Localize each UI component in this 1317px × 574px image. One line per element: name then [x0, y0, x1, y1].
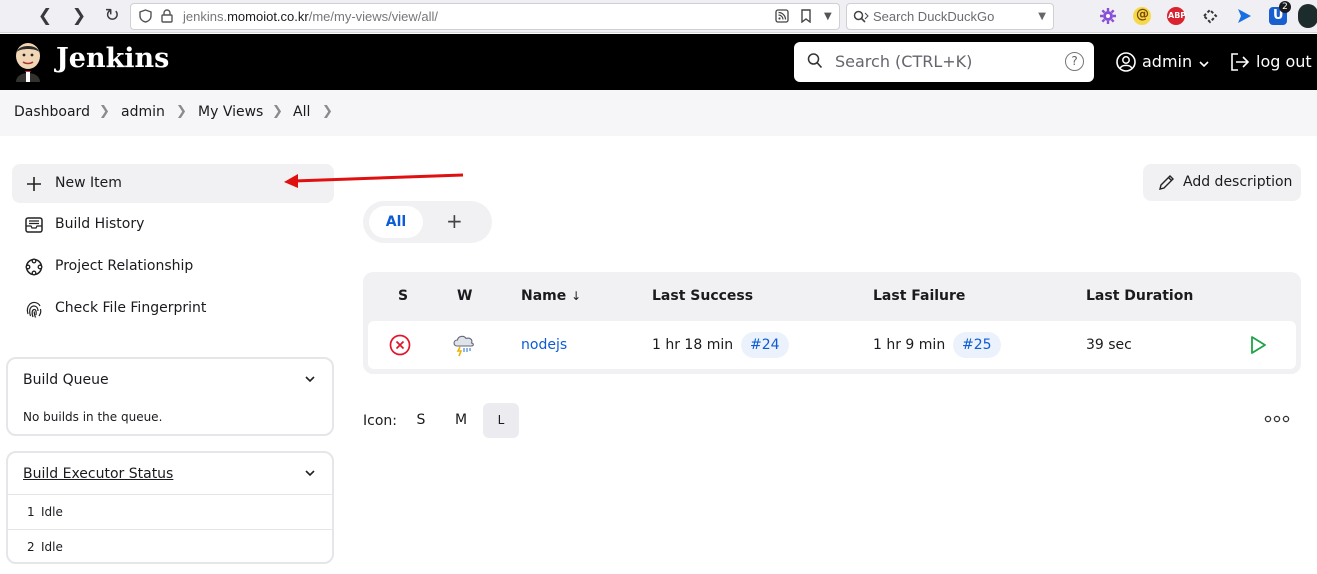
back-icon[interactable]: ❮ — [34, 5, 56, 27]
icon-size-label: Icon: — [363, 413, 397, 429]
chevron-down-icon — [1198, 55, 1210, 74]
play-extension-icon[interactable] — [1235, 7, 1253, 25]
gear-extension-icon[interactable] — [1099, 7, 1117, 25]
url-bar[interactable]: jenkins.momoiot.co.kr/me/my-views/view/a… — [130, 3, 840, 30]
build-executor-title[interactable]: Build Executor Status — [23, 466, 173, 482]
task-project-relationship[interactable]: Project Relationship — [12, 247, 334, 286]
table-row: nodejs 1 hr 18 min #24 1 hr 9 min #25 39… — [368, 321, 1296, 369]
last-success-build-link[interactable]: #24 — [741, 332, 789, 358]
add-description-button[interactable]: Add description — [1143, 164, 1301, 201]
search-icon — [807, 52, 823, 74]
storm-icon[interactable] — [451, 333, 477, 361]
column-header-last-failure[interactable]: Last Failure — [873, 288, 965, 304]
icon-size-m[interactable]: M — [443, 403, 479, 438]
shield-icon[interactable] — [139, 9, 152, 27]
more-options-icon[interactable] — [1264, 413, 1290, 425]
breadcrumb: Dashboard ❯ admin ❯ My Views ❯ All ❯ — [0, 90, 1317, 136]
add-tab-button[interactable]: + — [446, 209, 463, 233]
jenkins-brand[interactable]: Jenkins — [56, 43, 169, 74]
breadcrumb-item-dashboard[interactable]: Dashboard — [14, 104, 90, 120]
breadcrumb-item-all[interactable]: All — [293, 104, 310, 120]
user-icon — [1116, 52, 1136, 76]
job-link-nodejs[interactable]: nodejs — [521, 337, 567, 353]
chevron-down-icon[interactable]: ▼ — [1038, 11, 1046, 22]
jenkins-header: Jenkins Search (CTRL+K) ? admin log out — [0, 34, 1317, 90]
forward-icon[interactable]: ❯ — [68, 5, 90, 27]
logout-icon — [1229, 52, 1250, 76]
view-tabs: All + — [363, 201, 492, 243]
tab-all[interactable]: All — [369, 206, 423, 238]
chevron-right-icon[interactable]: ❯ — [272, 104, 283, 119]
jobs-table: S W Name ↓ Last Success Last Failure Las… — [363, 272, 1301, 374]
pencil-icon — [1158, 174, 1175, 195]
build-queue-empty: No builds in the queue. — [23, 410, 163, 424]
chevron-right-icon[interactable]: ❯ — [176, 104, 187, 119]
breadcrumb-item-my-views[interactable]: My Views — [198, 104, 263, 120]
browser-search-box[interactable]: Search DuckDuckGo ▼ — [846, 3, 1054, 30]
jenkins-logo[interactable] — [12, 42, 44, 82]
breadcrumb-item-admin[interactable]: admin — [121, 104, 165, 120]
chevron-down-icon[interactable]: ▼ — [824, 11, 832, 22]
rss-icon[interactable] — [775, 9, 789, 27]
url-text: jenkins.momoiot.co.kr/me/my-views/view/a… — [183, 9, 439, 24]
lock-icon[interactable] — [161, 9, 173, 27]
adblock-icon[interactable]: ABP — [1167, 7, 1186, 25]
icon-size-s[interactable]: S — [403, 403, 439, 438]
annotation-arrow — [284, 173, 464, 188]
reload-icon[interactable]: ↻ — [101, 5, 123, 27]
executor-number: 2 — [27, 540, 35, 554]
browser-toolbar: ❮ ❯ ↻ jenkins.momoiot.co.kr/me/my-views/… — [0, 0, 1317, 33]
executor-row: 1 Idle — [8, 494, 332, 529]
at-extension-icon[interactable]: @ — [1133, 7, 1151, 25]
relationship-icon — [24, 257, 44, 277]
icon-size-selector: Icon: S M L — [363, 403, 523, 438]
inbox-icon — [24, 215, 44, 235]
executor-row: 2 Idle — [8, 529, 332, 564]
last-failure-build-link[interactable]: #25 — [953, 332, 1001, 358]
failed-icon[interactable] — [389, 334, 411, 360]
column-header-last-success[interactable]: Last Success — [652, 288, 753, 304]
column-header-weather[interactable]: W — [457, 288, 472, 304]
column-header-name[interactable]: Name ↓ — [521, 288, 581, 304]
task-build-history[interactable]: Build History — [12, 205, 334, 244]
task-check-file-fingerprint[interactable]: Check File Fingerprint — [12, 289, 334, 328]
executor-state: Idle — [41, 505, 63, 519]
puzzle-extension-icon[interactable] — [1201, 7, 1219, 25]
chevron-down-icon[interactable] — [304, 373, 316, 388]
play-icon[interactable] — [1249, 335, 1267, 359]
u-extension-icon[interactable]: U 2 — [1269, 1, 1291, 25]
icon-size-l[interactable]: L — [483, 403, 519, 438]
help-icon[interactable]: ? — [1065, 52, 1084, 71]
build-queue-pane: Build Queue No builds in the queue. — [6, 357, 334, 436]
column-header-last-duration[interactable]: Last Duration — [1086, 288, 1193, 304]
chevron-right-icon[interactable]: ❯ — [99, 104, 110, 119]
bookmark-icon[interactable] — [800, 9, 812, 27]
plus-icon — [24, 174, 44, 194]
jenkins-search-input[interactable]: Search (CTRL+K) ? — [794, 42, 1094, 82]
chevron-right-icon[interactable]: ❯ — [322, 104, 333, 119]
last-failure-time: 1 hr 9 min — [873, 337, 946, 353]
column-header-status[interactable]: S — [398, 288, 408, 304]
fingerprint-icon — [24, 299, 44, 319]
chevron-down-icon[interactable] — [304, 467, 316, 482]
last-duration: 39 sec — [1086, 337, 1132, 353]
build-executor-pane: Build Executor Status 1 Idle 2 Idle — [6, 451, 334, 564]
profile-avatar[interactable] — [1298, 4, 1317, 28]
last-success-time: 1 hr 18 min — [652, 337, 734, 353]
executor-number: 1 — [27, 505, 35, 519]
badge-count: 2 — [1279, 1, 1291, 13]
username: admin — [1142, 52, 1193, 71]
executor-state: Idle — [41, 540, 63, 554]
search-icon — [853, 9, 869, 28]
build-queue-title[interactable]: Build Queue — [23, 372, 109, 388]
sort-arrow-icon: ↓ — [571, 289, 582, 303]
